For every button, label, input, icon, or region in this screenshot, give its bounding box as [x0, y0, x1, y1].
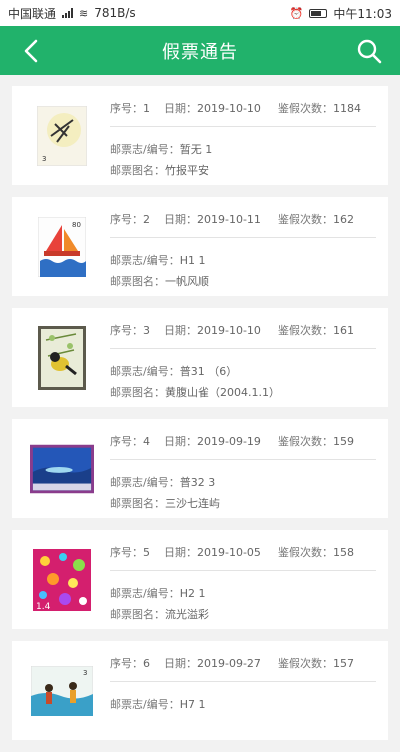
svg-text:3: 3	[83, 669, 87, 677]
seq-field: 序号：3	[110, 324, 150, 337]
notice-card[interactable]: 3 序号：1 日期：2019-10-10 鉴假次数：1184 邮票志/编号：暂无…	[12, 86, 388, 185]
code-field: 邮票志/编号：H7 1	[110, 698, 206, 711]
notice-card[interactable]: 序号：4 日期：2019-09-19 鉴假次数：159 邮票志/编号：普32 3…	[12, 419, 388, 518]
code-field: 邮票志/编号：H1 1	[110, 254, 206, 267]
stamp-thumbnail	[30, 437, 94, 501]
code-field: 邮票志/编号：H2 1	[110, 587, 206, 600]
seq-field: 序号：2	[110, 213, 150, 226]
code-field: 邮票志/编号：普31 （6）	[110, 365, 238, 378]
name-field: 邮票图名：流光溢彩	[110, 608, 209, 621]
stamp-thumbnail: 3	[30, 659, 94, 723]
date-field: 日期：2019-10-11	[164, 213, 261, 226]
date-field: 日期：2019-09-19	[164, 435, 261, 448]
stamp-thumbnail: 3	[30, 104, 94, 168]
stamp-thumbnail: 1.4	[30, 548, 94, 612]
seq-field: 序号：1	[110, 102, 150, 115]
divider	[110, 570, 376, 571]
seq-field: 序号：5	[110, 546, 150, 559]
count-field: 鉴假次数：1184	[278, 102, 361, 115]
count-field: 鉴假次数：158	[278, 546, 354, 559]
network-speed: 781B/s	[94, 6, 136, 20]
stamp-thumbnail	[30, 326, 94, 390]
stamp-thumbnail: 80	[30, 215, 94, 279]
divider	[110, 126, 376, 127]
alarm-icon: ⏰	[289, 6, 304, 20]
count-field: 鉴假次数：159	[278, 435, 354, 448]
count-field: 鉴假次数：157	[278, 657, 354, 670]
svg-text:1.4: 1.4	[36, 602, 51, 611]
divider	[110, 681, 376, 682]
notice-list: 3 序号：1 日期：2019-10-10 鉴假次数：1184 邮票志/编号：暂无…	[12, 86, 388, 752]
name-field: 邮票图名：黄腹山雀（2004.1.1）	[110, 386, 280, 399]
back-button[interactable]	[18, 36, 48, 66]
count-field: 鉴假次数：162	[278, 213, 354, 226]
notice-card[interactable]: 80 序号：2 日期：2019-10-11 鉴假次数：162 邮票志/编号：H1…	[12, 197, 388, 296]
signal-icon	[62, 8, 74, 18]
notice-card[interactable]: 3 序号：6 日期：2019-09-27 鉴假次数：157 邮票志/编号：H7 …	[12, 641, 388, 740]
seq-field: 序号：6	[110, 657, 150, 670]
carrier-label: 中国联通	[8, 6, 57, 21]
name-field: 邮票图名：竹报平安	[110, 164, 209, 177]
chevron-left-icon	[24, 39, 38, 63]
status-bar: 中国联通 ≋ 781B/s ⏰ 中午11:03	[0, 0, 400, 26]
divider	[110, 348, 376, 349]
code-field: 邮票志/编号：普32 3	[110, 476, 216, 489]
divider	[110, 237, 376, 238]
svg-text:80: 80	[72, 221, 81, 229]
page-title: 假票通告	[162, 41, 238, 63]
name-field: 邮票图名：三沙七连屿	[110, 497, 220, 510]
notice-card[interactable]: 1.4 序号：5 日期：2019-10-05 鉴假次数：158 邮票志/编号：H…	[12, 530, 388, 629]
svg-text:3: 3	[42, 155, 46, 163]
date-field: 日期：2019-10-10	[164, 324, 261, 337]
date-field: 日期：2019-10-10	[164, 102, 261, 115]
seq-field: 序号：4	[110, 435, 150, 448]
wifi-icon: ≋	[79, 6, 89, 20]
name-field: 邮票图名：一帆风顺	[110, 275, 209, 288]
search-button[interactable]	[354, 36, 384, 66]
count-field: 鉴假次数：161	[278, 324, 354, 337]
clock: 中午11:03	[333, 6, 392, 21]
date-field: 日期：2019-09-27	[164, 657, 261, 670]
app-header: 假票通告	[0, 26, 400, 75]
divider	[110, 459, 376, 460]
search-icon	[357, 39, 382, 64]
battery-icon	[309, 8, 328, 18]
notice-card[interactable]: 序号：3 日期：2019-10-10 鉴假次数：161 邮票志/编号：普31 （…	[12, 308, 388, 407]
date-field: 日期：2019-10-05	[164, 546, 261, 559]
code-field: 邮票志/编号：暂无 1	[110, 143, 213, 156]
